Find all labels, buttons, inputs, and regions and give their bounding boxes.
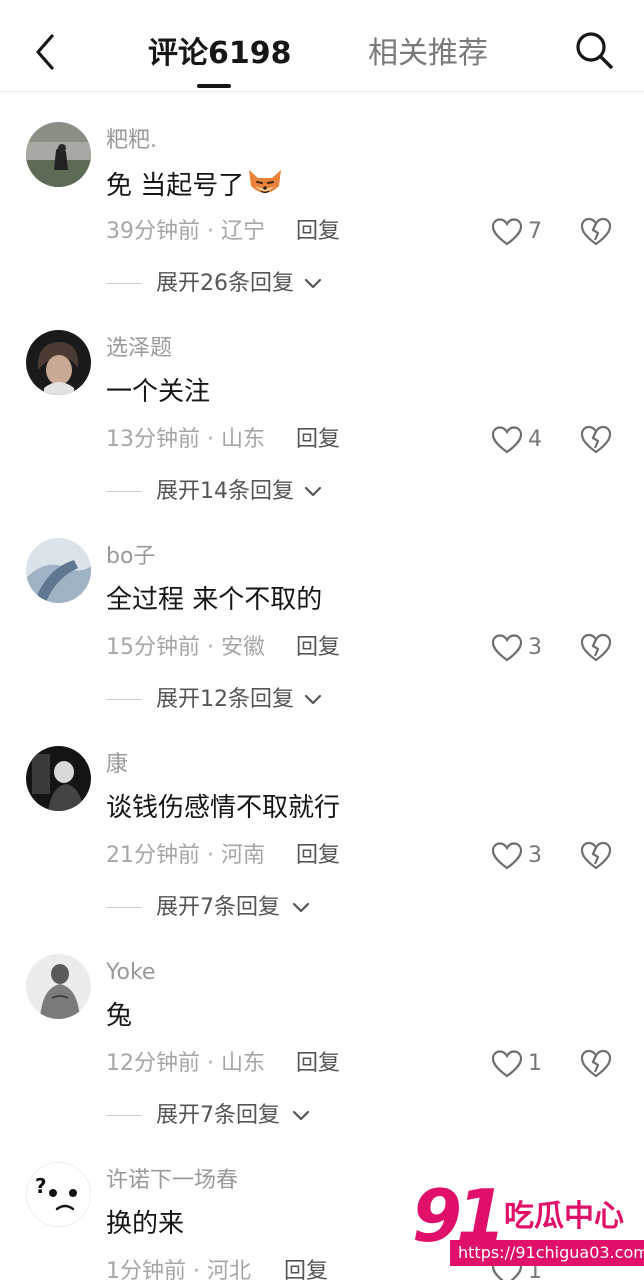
dislike-button[interactable]: [580, 424, 612, 456]
reply-button[interactable]: 回复: [284, 1256, 328, 1280]
comment-text: 换的来: [106, 1209, 185, 1239]
avatar[interactable]: [26, 538, 91, 603]
comment-item: 选泽题 一个关注 13分钟前 · 山东 回复 4 展开14条回复: [0, 300, 644, 508]
watermark-url: https://91chigua03.com: [450, 1240, 644, 1266]
expand-replies-label: 展开7条回复: [156, 895, 280, 920]
avatar[interactable]: ?: [26, 1162, 91, 1227]
like-button[interactable]: 1: [492, 1046, 562, 1082]
comment-text: 谈钱伤感情不取就行: [106, 793, 341, 823]
username[interactable]: Yoke: [106, 958, 155, 988]
comment-item: 康 谈钱伤感情不取就行 21分钟前 · 河南 回复 3 展开7条回复: [0, 716, 644, 924]
divider: [106, 907, 142, 908]
top-bar: 评论6198 相关推荐: [0, 0, 644, 92]
like-count: 1: [528, 1051, 542, 1076]
heart-outline-icon: [492, 1050, 522, 1078]
comment-item: bo子 全过程 来个不取的 15分钟前 · 安徽 回复 3 展开12条回复: [0, 508, 644, 716]
chevron-down-icon: [304, 278, 322, 289]
chevron-down-icon: [292, 1110, 310, 1121]
timestamp-location: 15分钟前 · 安徽: [106, 635, 265, 660]
active-tab-indicator: [197, 84, 231, 88]
dislike-button[interactable]: [580, 216, 612, 248]
heart-outline-icon: [492, 634, 522, 662]
comment-list[interactable]: 粑粑. 免 当起号了 39分钟前 · 辽宁 回复 7 展开26条回复 选泽题 一…: [0, 92, 644, 1280]
timestamp-location: 13分钟前 · 山东: [106, 427, 265, 452]
username[interactable]: 粑粑.: [106, 126, 157, 156]
username[interactable]: 康: [106, 750, 128, 780]
comment-text: 兔: [106, 1001, 133, 1031]
back-button[interactable]: [28, 30, 64, 74]
avatar[interactable]: [26, 330, 91, 395]
chevron-down-icon: [304, 486, 322, 497]
avatar[interactable]: [26, 122, 91, 187]
chevron-down-icon: [292, 902, 310, 913]
broken-heart-icon: [580, 425, 612, 454]
avatar[interactable]: [26, 954, 91, 1019]
heart-outline-icon: [492, 842, 522, 870]
avatar[interactable]: [26, 746, 91, 811]
comment-text: 全过程 来个不取的: [106, 585, 323, 615]
username[interactable]: bo子: [106, 542, 155, 572]
like-count: 7: [528, 219, 542, 244]
comment-item: 粑粑. 免 当起号了 39分钟前 · 辽宁 回复 7 展开26条回复: [0, 92, 644, 300]
like-button[interactable]: 3: [492, 838, 562, 874]
timestamp-location: 39分钟前 · 辽宁: [106, 219, 265, 244]
username[interactable]: 许诺下一场春: [106, 1166, 238, 1196]
reply-button[interactable]: 回复: [296, 1048, 340, 1080]
site-watermark-logo: 91 吃瓜中心 https://91chigua03.com: [412, 1176, 644, 1272]
like-button[interactable]: 7: [492, 214, 562, 250]
dislike-button[interactable]: [580, 632, 612, 664]
expand-replies-label: 展开7条回复: [156, 1103, 280, 1128]
like-count: 3: [528, 635, 542, 660]
reply-button[interactable]: 回复: [296, 840, 340, 872]
like-count: 3: [528, 843, 542, 868]
reply-button[interactable]: 回复: [296, 424, 340, 456]
expand-replies-label: 展开14条回复: [156, 479, 294, 504]
like-button[interactable]: 4: [492, 422, 562, 458]
comment-text: 免 当起号了: [106, 166, 284, 204]
broken-heart-icon: [580, 841, 612, 870]
reply-button[interactable]: 回复: [296, 216, 340, 248]
dislike-button[interactable]: [580, 1048, 612, 1080]
divider: [106, 283, 142, 284]
tab-related[interactable]: 相关推荐: [368, 34, 488, 74]
tab-comments[interactable]: 评论6198: [148, 34, 292, 74]
timestamp-location: 21分钟前 · 河南: [106, 843, 265, 868]
dislike-button[interactable]: [580, 840, 612, 872]
expand-replies-label: 展开12条回复: [156, 687, 294, 712]
like-count: 4: [528, 427, 542, 452]
divider: [106, 699, 142, 700]
comment-text: 一个关注: [106, 377, 211, 407]
heart-outline-icon: [492, 218, 522, 246]
divider: [106, 491, 142, 492]
chevron-left-icon: [36, 34, 54, 70]
broken-heart-icon: [580, 217, 612, 246]
username[interactable]: 选泽题: [106, 334, 172, 364]
chevron-down-icon: [304, 694, 322, 705]
broken-heart-icon: [580, 1049, 612, 1078]
divider: [106, 1115, 142, 1116]
fox-emoji-icon: [249, 170, 282, 194]
watermark-title: 吃瓜中心: [504, 1199, 624, 1234]
timestamp-location: 1分钟前 · 河北: [106, 1259, 251, 1280]
like-button[interactable]: 3: [492, 630, 562, 666]
svg-text:?: ?: [35, 1174, 47, 1198]
search-icon: [576, 32, 613, 69]
expand-replies-label: 展开26条回复: [156, 271, 294, 296]
reply-button[interactable]: 回复: [296, 632, 340, 664]
search-button[interactable]: [572, 28, 616, 72]
timestamp-location: 12分钟前 · 山东: [106, 1051, 265, 1076]
comment-item: Yoke 兔 12分钟前 · 山东 回复 1 展开7条回复: [0, 924, 644, 1132]
broken-heart-icon: [580, 633, 612, 662]
heart-outline-icon: [492, 426, 522, 454]
